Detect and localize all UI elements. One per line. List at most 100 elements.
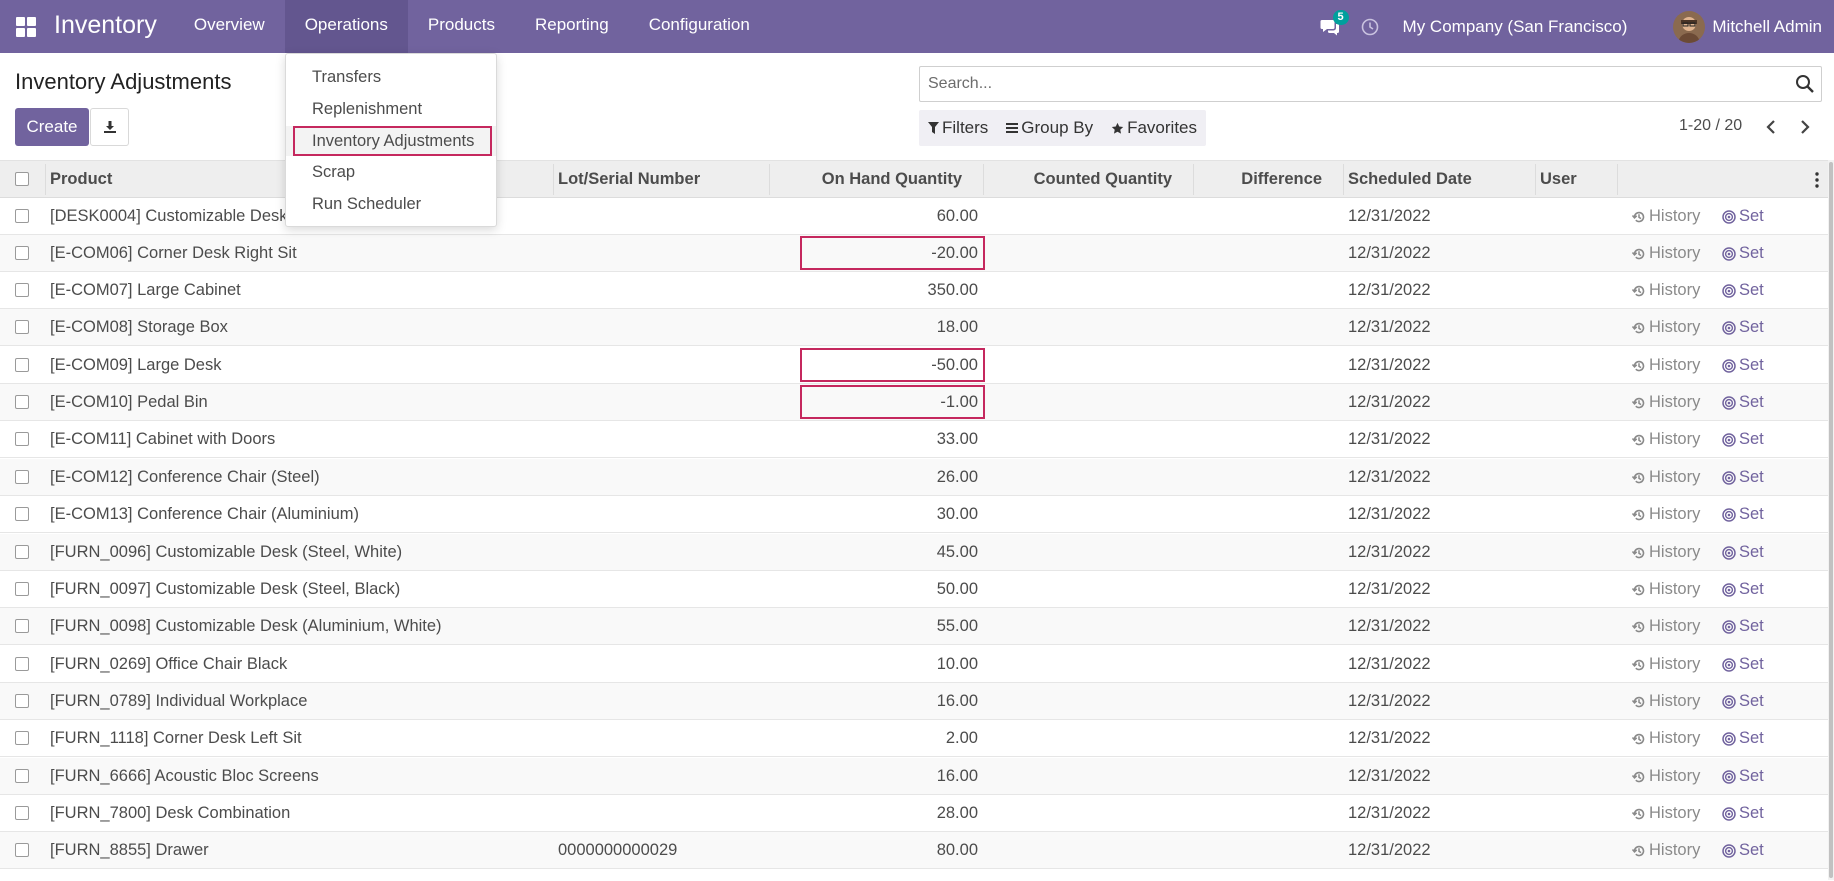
product-cell[interactable]: [FURN_1118] Corner Desk Left Sit — [50, 720, 302, 757]
counted-quantity-cell[interactable] — [988, 272, 1172, 309]
table-row[interactable]: [FURN_1118] Corner Desk Left Sit 2.00 12/3… — [0, 720, 1834, 757]
product-cell[interactable]: [FURN_8855] Drawer — [50, 832, 209, 869]
product-cell[interactable]: [FURN_0789] Individual Workplace — [50, 683, 307, 720]
set-button[interactable]: Set — [1722, 459, 1764, 496]
scrollbar-thumb[interactable] — [1829, 162, 1833, 878]
counted-quantity-cell[interactable] — [988, 198, 1172, 235]
menu-item-transfers[interactable]: Transfers — [286, 62, 496, 92]
history-button[interactable]: History — [1632, 272, 1700, 309]
set-button[interactable]: Set — [1722, 421, 1764, 458]
set-button[interactable]: Set — [1722, 198, 1764, 235]
scheduled-date-cell[interactable]: 12/31/2022 — [1348, 272, 1431, 309]
history-button[interactable]: History — [1632, 571, 1700, 608]
on-hand-quantity-cell[interactable]: 350.00 — [775, 272, 978, 309]
table-row[interactable]: [FURN_0789] Individual Workplace 16.00 12/… — [0, 683, 1834, 720]
table-row[interactable]: [FURN_6666] Acoustic Bloc Screens 16.00 12… — [0, 758, 1834, 795]
table-row[interactable]: [E-COM11] Cabinet with Doors 33.00 12/31/2… — [0, 421, 1834, 458]
table-row[interactable]: [FURN_8855] Drawer 0000000000029 80.00 12/3… — [0, 832, 1834, 869]
counted-quantity-cell[interactable] — [988, 384, 1172, 421]
column-options-icon[interactable] — [1815, 172, 1819, 193]
on-hand-quantity-cell[interactable]: -20.00 — [775, 235, 978, 272]
history-button[interactable]: History — [1632, 608, 1700, 645]
search-icon[interactable] — [1795, 74, 1815, 94]
on-hand-quantity-cell[interactable]: 30.00 — [775, 496, 978, 533]
menu-operations[interactable]: Operations — [284, 0, 408, 53]
history-button[interactable]: History — [1632, 534, 1700, 571]
set-button[interactable]: Set — [1722, 496, 1764, 533]
set-button[interactable]: Set — [1722, 758, 1764, 795]
row-checkbox[interactable] — [15, 694, 29, 708]
table-row[interactable]: [E-COM10] Pedal Bin -1.00 12/31/2022 Histor… — [0, 384, 1834, 421]
menu-products[interactable]: Products — [408, 0, 515, 53]
product-cell[interactable]: [DESK0004] Customizable Desk — [50, 198, 288, 235]
table-row[interactable]: [E-COM06] Corner Desk Right Sit -20.00 12/… — [0, 235, 1834, 272]
menu-item-inventory-adjustments[interactable]: Inventory Adjustments — [286, 126, 496, 156]
history-button[interactable]: History — [1632, 459, 1700, 496]
counted-quantity-cell[interactable] — [988, 421, 1172, 458]
scheduled-date-cell[interactable]: 12/31/2022 — [1348, 795, 1431, 832]
scheduled-date-cell[interactable]: 12/31/2022 — [1348, 571, 1431, 608]
row-checkbox[interactable] — [15, 432, 29, 446]
set-button[interactable]: Set — [1722, 347, 1764, 384]
row-checkbox[interactable] — [15, 507, 29, 521]
row-checkbox[interactable] — [15, 395, 29, 409]
menu-reporting[interactable]: Reporting — [515, 0, 629, 53]
product-cell[interactable]: [E-COM09] Large Desk — [50, 347, 221, 384]
on-hand-quantity-cell[interactable]: 60.00 — [775, 198, 978, 235]
row-checkbox[interactable] — [15, 619, 29, 633]
table-row[interactable]: [FURN_0097] Customizable Desk (Steel, Bl… — [0, 571, 1834, 608]
on-hand-quantity-cell[interactable]: 16.00 — [775, 683, 978, 720]
row-checkbox[interactable] — [15, 769, 29, 783]
product-cell[interactable]: [E-COM07] Large Cabinet — [50, 272, 241, 309]
scheduled-date-cell[interactable]: 12/31/2022 — [1348, 235, 1431, 272]
column-difference[interactable]: Difference — [1198, 161, 1322, 198]
table-row[interactable]: [E-COM07] Large Cabinet 350.00 12/31/2022 H… — [0, 272, 1834, 309]
history-button[interactable]: History — [1632, 683, 1700, 720]
product-cell[interactable]: [E-COM10] Pedal Bin — [50, 384, 208, 421]
column-product[interactable]: Product — [50, 161, 112, 198]
counted-quantity-cell[interactable] — [988, 795, 1172, 832]
table-row[interactable]: [E-COM13] Conference Chair (Aluminium) 30… — [0, 496, 1834, 533]
row-checkbox[interactable] — [15, 320, 29, 334]
set-button[interactable]: Set — [1722, 571, 1764, 608]
on-hand-quantity-cell[interactable]: -50.00 — [775, 347, 978, 384]
history-button[interactable]: History — [1632, 235, 1700, 272]
set-button[interactable]: Set — [1722, 832, 1764, 869]
scheduled-date-cell[interactable]: 12/31/2022 — [1348, 758, 1431, 795]
history-button[interactable]: History — [1632, 795, 1700, 832]
row-checkbox[interactable] — [15, 545, 29, 559]
table-row[interactable]: [E-COM08] Storage Box 18.00 12/31/2022 Hist… — [0, 309, 1834, 346]
counted-quantity-cell[interactable] — [988, 720, 1172, 757]
menu-item-run-scheduler[interactable]: Run Scheduler — [286, 189, 496, 219]
menu-overview[interactable]: Overview — [174, 0, 285, 53]
set-button[interactable]: Set — [1722, 683, 1764, 720]
product-cell[interactable]: [FURN_7800] Desk Combination — [50, 795, 290, 832]
on-hand-quantity-cell[interactable]: 10.00 — [775, 646, 978, 683]
scheduled-date-cell[interactable]: 12/31/2022 — [1348, 683, 1431, 720]
counted-quantity-cell[interactable] — [988, 235, 1172, 272]
filters-button[interactable]: Filters — [919, 110, 997, 146]
set-button[interactable]: Set — [1722, 272, 1764, 309]
counted-quantity-cell[interactable] — [988, 646, 1172, 683]
row-checkbox[interactable] — [15, 582, 29, 596]
history-button[interactable]: History — [1632, 832, 1700, 869]
pager-value[interactable]: 1-20 / 20 — [1679, 117, 1742, 135]
column-counted[interactable]: Counted Quantity — [988, 161, 1172, 198]
download-button[interactable] — [90, 108, 129, 146]
history-button[interactable]: History — [1632, 309, 1700, 346]
pager-next-button[interactable] — [1794, 116, 1816, 138]
table-row[interactable]: [DESK0004] Customizable Desk 60.00 12/31/2… — [0, 198, 1834, 235]
table-row[interactable]: [FURN_0269] Office Chair Black 10.00 12/31… — [0, 646, 1834, 683]
product-cell[interactable]: [FURN_0098] Customizable Desk (Aluminium… — [50, 608, 442, 645]
scheduled-date-cell[interactable]: 12/31/2022 — [1348, 832, 1431, 869]
counted-quantity-cell[interactable] — [988, 347, 1172, 384]
on-hand-quantity-cell[interactable]: 80.00 — [775, 832, 978, 869]
scheduled-date-cell[interactable]: 12/31/2022 — [1348, 384, 1431, 421]
activity-clock-icon[interactable] — [1355, 0, 1385, 53]
history-button[interactable]: History — [1632, 198, 1700, 235]
product-cell[interactable]: [E-COM13] Conference Chair (Aluminium) — [50, 496, 359, 533]
lot-serial-cell[interactable]: 0000000000029 — [558, 832, 677, 869]
menu-configuration[interactable]: Configuration — [629, 0, 770, 53]
product-cell[interactable]: [E-COM12] Conference Chair (Steel) — [50, 459, 320, 496]
scheduled-date-cell[interactable]: 12/31/2022 — [1348, 459, 1431, 496]
